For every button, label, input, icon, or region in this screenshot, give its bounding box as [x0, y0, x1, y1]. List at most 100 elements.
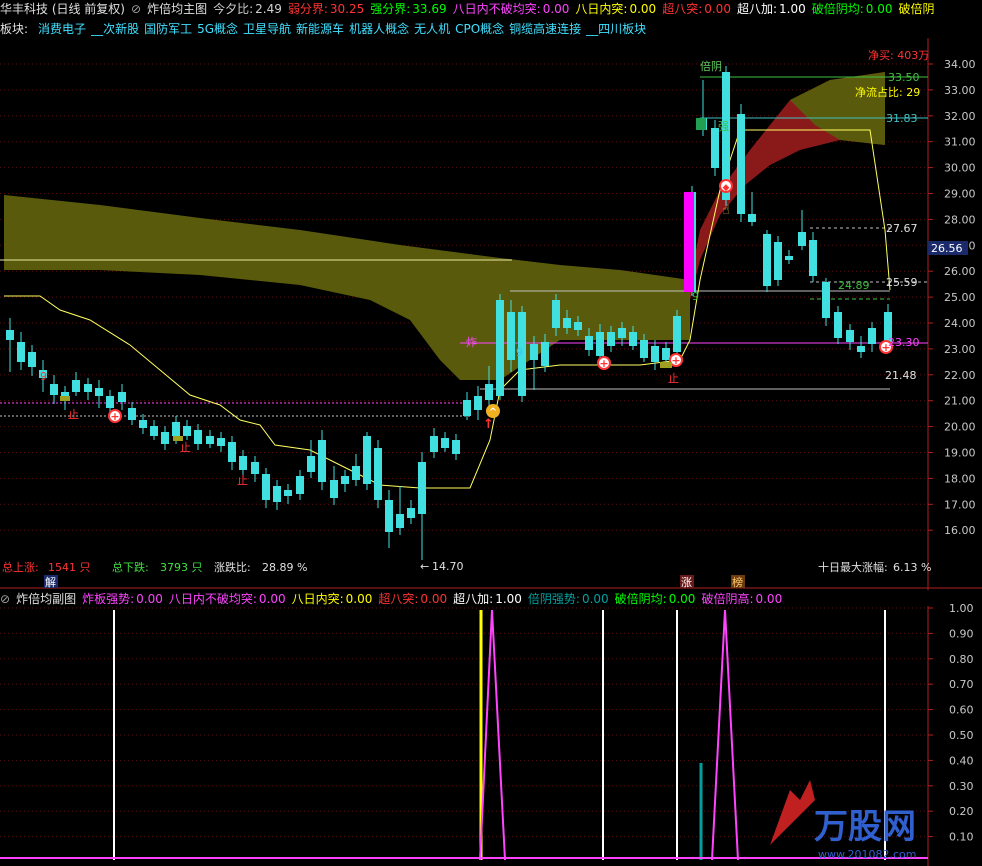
header-item-label: 今夕比: [213, 2, 254, 16]
header-item-value: 0.00 [704, 2, 731, 16]
sector-item[interactable]: 5G概念 [197, 22, 238, 36]
candle-body [194, 430, 202, 444]
zhang-marker[interactable]: 涨 [681, 576, 692, 589]
bei-yin-label: 倍阴 [700, 59, 722, 73]
header-item-label: 八日内突: [575, 2, 628, 16]
price-tick-label: 26.00 [944, 265, 976, 278]
hand-pointer-icon: ☝ [722, 203, 730, 218]
candle-body [206, 436, 214, 444]
candle-body [161, 432, 169, 444]
candle-body [217, 438, 225, 446]
sector-item[interactable]: 消费电子 [38, 22, 86, 36]
level-25-59-label: 25.59 [886, 276, 918, 289]
price-tick-label: 29.00 [944, 188, 976, 201]
candle-body [673, 316, 681, 352]
candle-body [834, 312, 842, 338]
sub-tick-label: 0.10 [949, 831, 974, 844]
candle-body [785, 256, 793, 260]
sector-item[interactable]: 新能源车 [296, 22, 344, 36]
candle-body [541, 342, 549, 366]
header-item-value: 0.00 [629, 2, 657, 16]
main-chart-canvas[interactable]: + + + + ^ ↑ ◆ ☝ 34.0033.0032.0031.0030.0… [0, 21, 982, 590]
candle-body [139, 420, 147, 428]
header-item-label: 超八加: [736, 2, 777, 16]
candle-body [763, 234, 771, 286]
sector-item[interactable]: __次新股 [91, 22, 139, 36]
cross-marker-plus: + [110, 410, 119, 423]
sub-chart-canvas[interactable]: 1.00 0.90 0.80 0.70 0.60 0.50 0.40 0.30 0.20 0.10… [0, 590, 982, 866]
level-24-89-label: 24.89 [838, 279, 870, 292]
header-values: 今夕比: 2.49 弱分界: 30.25 强分界: 33.69 八日内不破均突: 0.00 八日… [213, 2, 942, 16]
nine-label: 9 [516, 346, 523, 359]
price-tick-label: 34.00 [944, 58, 976, 71]
candle-body [150, 426, 158, 436]
sub-tick-label: 0.50 [949, 729, 974, 742]
price-tick-label: 20.00 [944, 421, 976, 434]
candle-body [418, 462, 426, 514]
current-price-label: 26.56 [931, 242, 963, 255]
price-axis: 34.0033.0032.0031.0030.0029.0028.0027.00… [928, 58, 976, 537]
sector-item[interactable]: 卫星导航 [243, 22, 291, 36]
bang-marker[interactable]: 榜 [732, 575, 743, 589]
sub-tick-label: 0.80 [949, 653, 974, 666]
candle-body [857, 346, 865, 352]
qiang-label: 强 [718, 120, 729, 133]
candle-body [341, 476, 349, 484]
cross-marker-plus: + [671, 354, 680, 367]
sector-row: 板块: 消费电子 __次新股 国防军工 5G概念 卫星导航 新能源车 机器人概念 无人机 CPO概… [0, 20, 651, 38]
candle-body [396, 514, 404, 528]
header-item-label: 弱分界: [287, 2, 328, 16]
sector-item[interactable]: CPO概念 [455, 22, 504, 36]
price-tick-label: 25.00 [944, 291, 976, 304]
candle-body [284, 490, 292, 496]
olive-marker-left [60, 396, 70, 401]
header-item-label: 破倍阴 [898, 2, 935, 16]
candle-body [262, 474, 270, 500]
candle-body [273, 486, 281, 502]
candle-body [452, 440, 460, 454]
level-31-83-label: 31.83 [886, 112, 918, 125]
candle-body [507, 312, 515, 360]
candle-body [552, 300, 560, 328]
net-flow-ratio-label: 净流占比: 29 [855, 85, 920, 99]
total-down-label: 总下跌: [112, 560, 149, 574]
sector-item[interactable]: 机器人概念 [349, 22, 409, 36]
ratio-value: 28.89 % [262, 561, 307, 574]
candle-body [574, 322, 582, 330]
price-tick-label: 17.00 [944, 498, 976, 511]
candle-body [385, 500, 393, 532]
candle-body [6, 330, 14, 340]
sector-item[interactable]: 无人机 [414, 22, 450, 36]
jie-marker[interactable]: 解 [45, 575, 56, 589]
main-chart[interactable]: + + + + ^ ↑ ◆ ☝ 34.00 33.00 32.00 31.00 30.0… [0, 21, 982, 590]
level-27-67-label: 27.67 [886, 222, 918, 235]
candle-body [352, 466, 360, 480]
sector-item[interactable]: 国防军工 [144, 22, 192, 36]
low-arrow: ← [420, 560, 429, 573]
candle-body [172, 422, 180, 436]
header-item-value: 0.00 [865, 2, 893, 16]
candle-body [251, 462, 259, 474]
sector-item[interactable]: 铜缆高速连接 [509, 22, 581, 36]
candle-body [711, 128, 719, 168]
candle-body [128, 408, 136, 420]
price-tick-label: 23.00 [944, 343, 976, 356]
candle-body [585, 336, 593, 350]
olive-marker [660, 362, 672, 368]
candle-body [430, 436, 438, 452]
indicator-toggle-icon[interactable]: ⊘ [131, 2, 141, 16]
header-item-label: 超八突: [662, 2, 703, 16]
red-up-arrow-icon: ↑ [483, 417, 494, 432]
sector-item[interactable]: __四川板块 [586, 22, 646, 36]
sub-tick-label: 1.00 [949, 602, 974, 615]
zhi-label: 止 [668, 372, 679, 385]
sub-chart[interactable]: ⊘ 炸倍均副图 炸板强势: 0.00 八日内不破均突: 0.00 八日内突: 0.00 超八突:… [0, 590, 982, 866]
net-buy-label: 净买: 403万 [868, 48, 929, 62]
stock-title[interactable]: 华丰科技 (日线 前复权) [0, 2, 125, 16]
header-item-value: 33.69 [412, 2, 447, 16]
sub-tick-label: 0.20 [949, 805, 974, 818]
candle-body [118, 392, 126, 402]
candle-body [618, 328, 626, 338]
indicator-name[interactable]: 炸倍均主图 [147, 2, 207, 16]
candle-body [798, 232, 806, 246]
